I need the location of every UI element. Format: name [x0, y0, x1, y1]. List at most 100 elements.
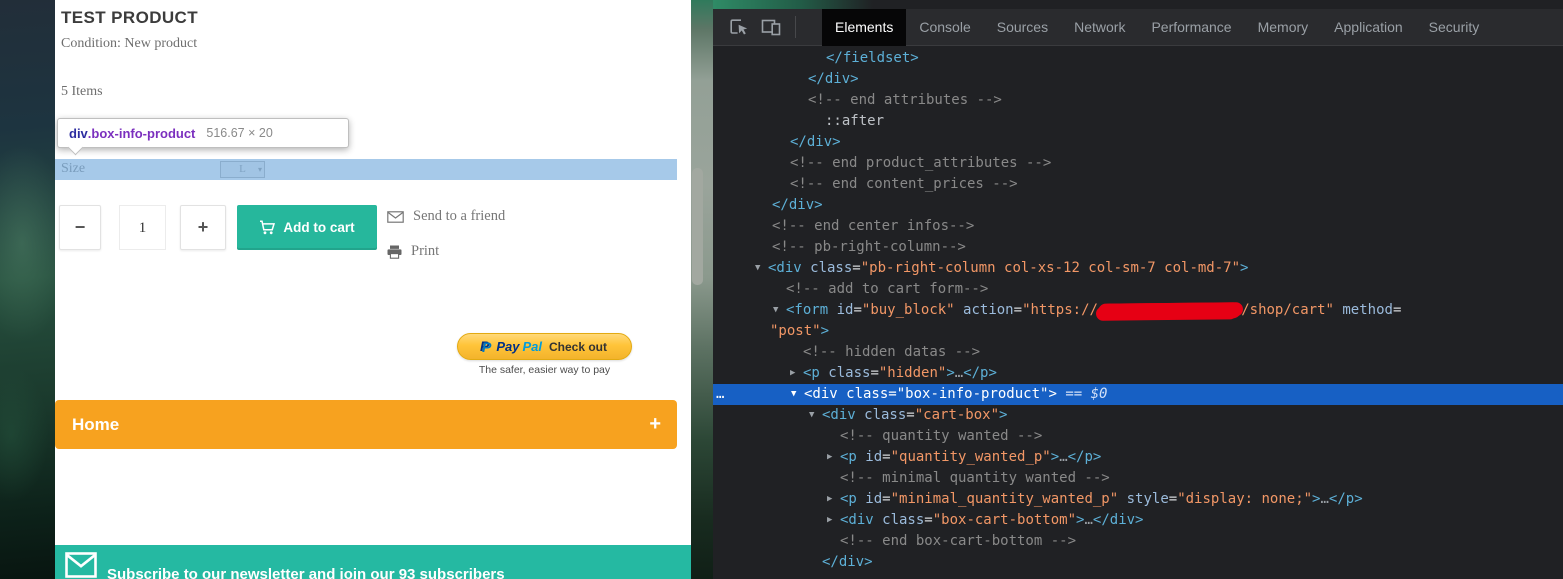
expand-arrow-icon[interactable]: ▶: [790, 363, 795, 384]
tree-node[interactable]: <!-- hidden datas -->: [713, 342, 1563, 363]
home-accordion-header[interactable]: Home +: [55, 400, 677, 449]
expand-arrow-icon[interactable]: ▶: [827, 447, 832, 468]
collapse-arrow-icon[interactable]: ▼: [791, 384, 796, 405]
node-options-icon[interactable]: …: [716, 384, 725, 405]
tab-elements[interactable]: Elements: [822, 8, 907, 46]
tree-node[interactable]: ::after: [713, 111, 1563, 132]
code-segment-comment: <!-- end attributes -->: [808, 92, 1002, 108]
tree-node[interactable]: ▶ <p id="minimal_quantity_wanted_p" style…: [713, 489, 1563, 510]
code-segment-attr: id: [856, 449, 883, 465]
tree-node[interactable]: ▼ <form id="buy_block" action="https:// /…: [713, 300, 1563, 321]
tree-node[interactable]: <!-- end content_prices -->: [713, 174, 1563, 195]
paypal-tagline: The safer, easier way to pay: [478, 364, 611, 376]
tree-node[interactable]: <!-- pb-right-column-->: [713, 237, 1563, 258]
product-title: TEST PRODUCT: [61, 8, 199, 27]
collapse-arrow-icon[interactable]: ▼: [809, 405, 814, 426]
expand-plus-icon[interactable]: +: [649, 400, 661, 449]
tab-memory[interactable]: Memory: [1245, 9, 1322, 46]
code-segment-ellipsis: …: [1320, 491, 1329, 507]
envelope-icon: [387, 210, 404, 223]
tree-node[interactable]: <!-- add to cart form-->: [713, 279, 1563, 300]
page-scrollbar-thumb[interactable]: [692, 168, 703, 285]
code-segment-plain: =: [906, 407, 915, 423]
tree-node[interactable]: <!-- end box-cart-bottom -->: [713, 531, 1563, 552]
tree-node[interactable]: ▶ <p id="quantity_wanted_p">…</p>: [713, 447, 1563, 468]
tree-node[interactable]: </div>: [713, 552, 1563, 573]
add-to-cart-button[interactable]: Add to cart: [237, 205, 377, 250]
product-stock-count: 5 Items: [61, 84, 103, 99]
tree-node[interactable]: <!-- quantity wanted -->: [713, 426, 1563, 447]
code-segment-tag: <p: [803, 365, 820, 381]
tree-node[interactable]: <!-- end product_attributes -->: [713, 153, 1563, 174]
code-segment-attr: class: [819, 365, 871, 381]
tree-node[interactable]: ▶ <p class="hidden">…</p>: [713, 363, 1563, 384]
elements-tree: </fieldset> </div> <!-- end attributes -->…: [713, 46, 1563, 579]
send-to-friend-link[interactable]: Send to a friend: [387, 208, 505, 225]
code-segment-tag: </div>: [822, 554, 873, 570]
tree-node[interactable]: ▼ <div class="pb-right-column col-xs-12 c…: [713, 258, 1563, 279]
print-link[interactable]: Print: [387, 243, 439, 260]
tab-security[interactable]: Security: [1416, 9, 1493, 46]
paypal-wordmark-pay: Pay: [496, 339, 520, 354]
code-segment-plain: =: [882, 491, 891, 507]
expand-arrow-icon[interactable]: ▶: [827, 489, 832, 510]
tree-node[interactable]: "post">: [713, 321, 1563, 342]
collapse-arrow-icon[interactable]: ▼: [773, 300, 778, 321]
code-segment-tag: </fieldset>: [826, 50, 919, 66]
code-segment-tag: >: [999, 407, 1008, 423]
code-segment-comment: <!-- end box-cart-bottom -->: [840, 533, 1077, 549]
code-segment-comment: <!-- end content_prices -->: [790, 176, 1018, 192]
code-segment-plain: =: [853, 302, 862, 318]
tab-performance[interactable]: Performance: [1138, 9, 1244, 46]
tree-node[interactable]: <!-- end center infos-->: [713, 216, 1563, 237]
tree-node[interactable]: ▼ <div class="cart-box">: [713, 405, 1563, 426]
code-segment-attr: method: [1333, 302, 1393, 318]
quantity-decrease-button[interactable]: −: [59, 205, 101, 250]
devtools-tabs: Elements Console Sources Network Performance…: [822, 8, 1563, 46]
tab-console[interactable]: Console: [906, 9, 983, 46]
tab-sources[interactable]: Sources: [984, 9, 1061, 46]
quantity-increase-button[interactable]: +: [180, 205, 226, 250]
product-condition: Condition: New product: [61, 36, 198, 51]
inspect-highlight-overlay: [55, 159, 677, 180]
code-segment-value: /shop/cart": [1241, 302, 1334, 318]
paypal-wordmark-pal: Pal: [522, 339, 542, 354]
code-segment-plain: =: [924, 512, 933, 528]
tree-node-selected[interactable]: ▼ … <div class="box-info-product"> == $0: [713, 384, 1563, 405]
code-segment-attr: class: [801, 260, 853, 276]
code-segment-value: "https://: [1022, 302, 1098, 318]
code-segment-comment: <!-- minimal quantity wanted -->: [840, 470, 1110, 486]
code-segment-tag: >: [1240, 260, 1249, 276]
paypal-checkout-label: Check out: [548, 339, 607, 354]
tree-node[interactable]: ▶ <div class="box-cart-bottom">…</div>: [713, 510, 1563, 531]
code-segment-tag: <div: [768, 260, 802, 276]
code-segment-dollar: == $0: [1056, 386, 1108, 402]
device-toolbar-icon[interactable]: [760, 16, 782, 38]
code-segment-value: "pb-right-column col-xs-12 col-sm-7 col-…: [860, 260, 1241, 276]
inspect-element-icon[interactable]: [727, 16, 749, 38]
tab-application[interactable]: Application: [1321, 9, 1416, 46]
quantity-input[interactable]: 1: [119, 205, 166, 250]
code-segment-value: "display: none;": [1177, 491, 1313, 507]
tooltip-class-name: .box-info-product: [87, 125, 196, 141]
paypal-checkout-button[interactable]: P Pay Pal Check out: [457, 333, 632, 360]
code-segment-value: "buy_block": [861, 302, 955, 318]
tree-node[interactable]: </div>: [713, 195, 1563, 216]
shop-product-page: TEST PRODUCT Condition: New product 5 It…: [55, 0, 691, 579]
code-segment-ellipsis: …: [954, 365, 964, 381]
tree-node[interactable]: </div>: [713, 132, 1563, 153]
code-segment-tag: </div>: [1092, 512, 1144, 528]
toolbar-divider: [795, 16, 796, 38]
code-segment-tag: </div>: [790, 134, 841, 150]
expand-arrow-icon[interactable]: ▶: [827, 510, 832, 531]
home-accordion-label: Home: [72, 415, 120, 434]
tree-node[interactable]: </fieldset>: [713, 48, 1563, 69]
collapse-arrow-icon[interactable]: ▼: [755, 258, 760, 279]
tree-node[interactable]: <!-- end attributes -->: [713, 90, 1563, 111]
tab-network[interactable]: Network: [1061, 9, 1138, 46]
code-segment-comment: <!-- end product_attributes -->: [790, 155, 1052, 171]
tree-node[interactable]: <!-- minimal quantity wanted -->: [713, 468, 1563, 489]
code-segment-comment: <!-- end center infos-->: [772, 218, 975, 234]
code-segment-value: "hidden": [878, 365, 947, 381]
tree-node[interactable]: </div>: [713, 69, 1563, 90]
